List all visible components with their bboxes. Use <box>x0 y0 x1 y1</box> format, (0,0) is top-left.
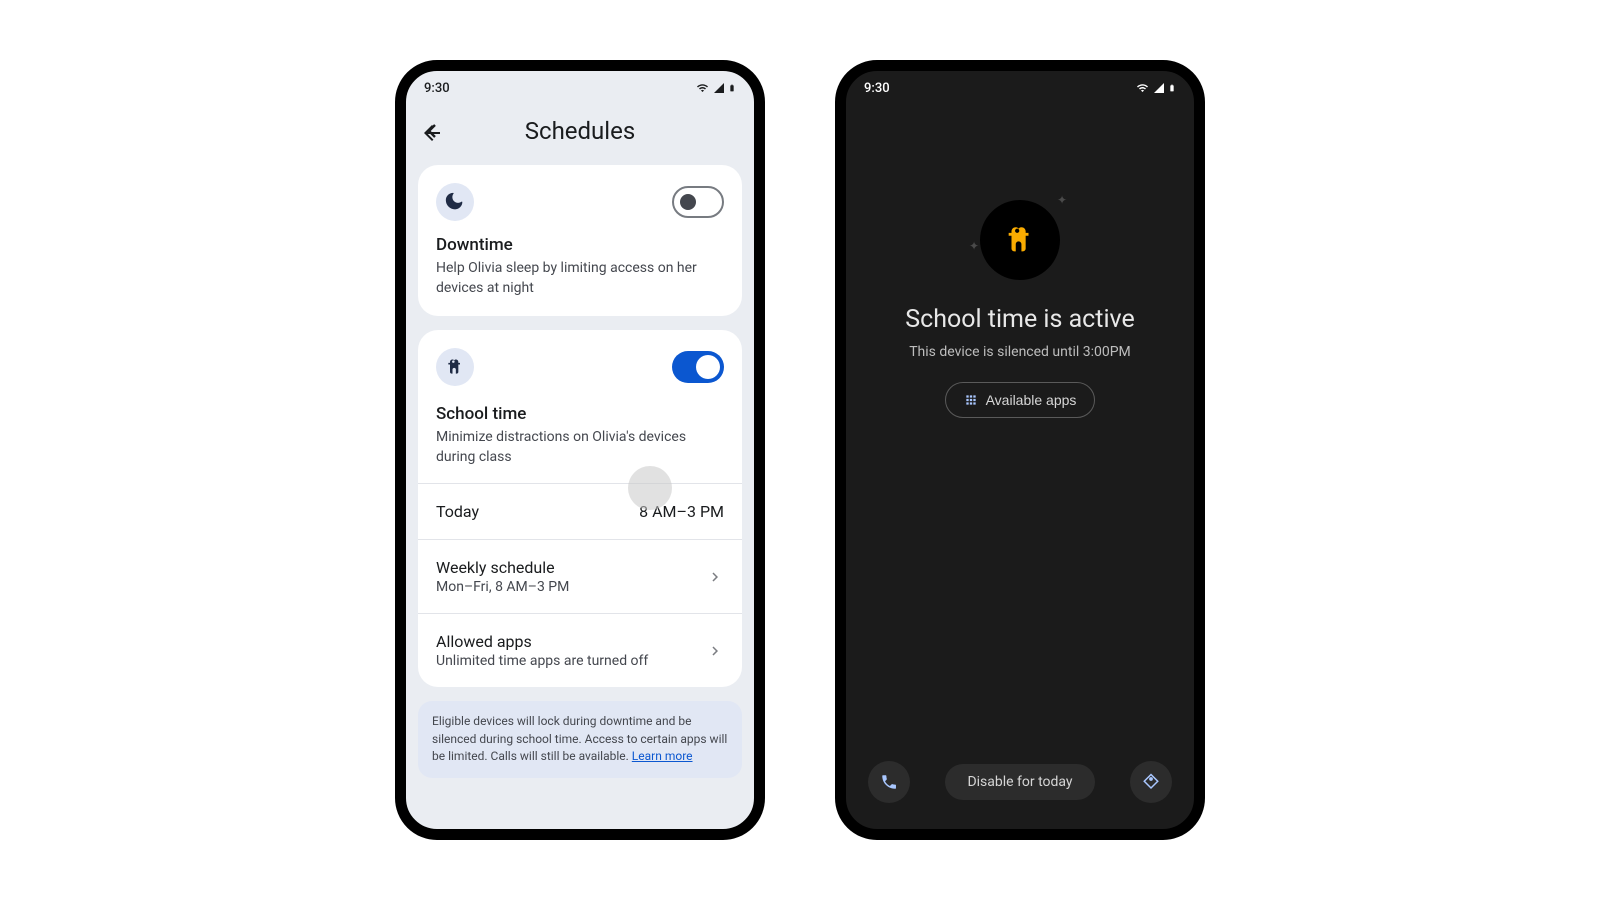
hero-title: School time is active <box>905 305 1134 334</box>
hero-icon: ✦ ✦ ✦ <box>975 195 1065 285</box>
tag-icon <box>1142 773 1160 791</box>
phone-schedules: 9:30 Schedules Downtime Help Olivia slee… <box>395 60 765 840</box>
app-bar: Schedules <box>406 105 754 165</box>
phone-lockscreen: 9:30 ✦ ✦ ✦ School time is active This de… <box>835 60 1205 840</box>
cell-signal-icon <box>712 82 726 94</box>
disable-today-button[interactable]: Disable for today <box>945 764 1094 800</box>
allowed-value: Unlimited time apps are turned off <box>436 653 648 669</box>
available-apps-button[interactable]: Available apps <box>945 382 1096 418</box>
learn-more-link[interactable]: Learn more <box>632 749 693 763</box>
hero-subtitle: This device is silenced until 3:00PM <box>909 344 1131 360</box>
status-bar: 9:30 <box>846 71 1194 105</box>
weekly-value: Mon–Fri, 8 AM–3 PM <box>436 579 569 595</box>
wifi-icon <box>1135 82 1150 94</box>
apps-grid-icon <box>964 393 978 407</box>
weekly-label: Weekly schedule <box>436 558 569 577</box>
schooltime-desc: Minimize distractions on Olivia's device… <box>436 428 724 467</box>
status-time: 9:30 <box>864 81 890 96</box>
allowed-label: Allowed apps <box>436 632 648 651</box>
school-icon <box>436 348 474 386</box>
battery-icon <box>728 81 736 95</box>
battery-icon <box>1168 81 1176 95</box>
cell-signal-icon <box>1152 82 1166 94</box>
school-icon <box>980 200 1060 280</box>
back-arrow-icon[interactable] <box>420 121 444 145</box>
chevron-right-icon <box>706 568 724 586</box>
phone-icon <box>880 773 898 791</box>
status-bar: 9:30 <box>406 71 754 105</box>
hero: ✦ ✦ ✦ School time is active This device … <box>846 105 1194 418</box>
page-title: Schedules <box>444 117 740 145</box>
available-apps-label: Available apps <box>986 392 1077 408</box>
status-time: 9:30 <box>424 81 450 96</box>
today-value: 8 AM–3 PM <box>639 502 724 521</box>
weekly-schedule-row[interactable]: Weekly schedule Mon–Fri, 8 AM–3 PM <box>436 540 724 613</box>
schooltime-toggle[interactable] <box>672 351 724 383</box>
downtime-toggle[interactable] <box>672 186 724 218</box>
downtime-card[interactable]: Downtime Help Olivia sleep by limiting a… <box>418 165 742 316</box>
status-icons <box>1135 81 1176 95</box>
chevron-right-icon <box>706 642 724 660</box>
tag-button[interactable] <box>1130 761 1172 803</box>
wifi-icon <box>695 82 710 94</box>
allowed-apps-row[interactable]: Allowed apps Unlimited time apps are tur… <box>436 614 724 687</box>
moon-icon <box>436 183 474 221</box>
phone-button[interactable] <box>868 761 910 803</box>
schooltime-card: School time Minimize distractions on Oli… <box>418 330 742 687</box>
schooltime-title: School time <box>436 404 724 424</box>
downtime-title: Downtime <box>436 235 724 255</box>
today-row[interactable]: Today 8 AM–3 PM <box>436 484 724 539</box>
info-footer: Eligible devices will lock during downti… <box>418 701 742 777</box>
bottom-bar: Disable for today <box>846 761 1194 803</box>
today-label: Today <box>436 502 479 521</box>
downtime-desc: Help Olivia sleep by limiting access on … <box>436 259 724 298</box>
status-icons <box>695 81 736 95</box>
